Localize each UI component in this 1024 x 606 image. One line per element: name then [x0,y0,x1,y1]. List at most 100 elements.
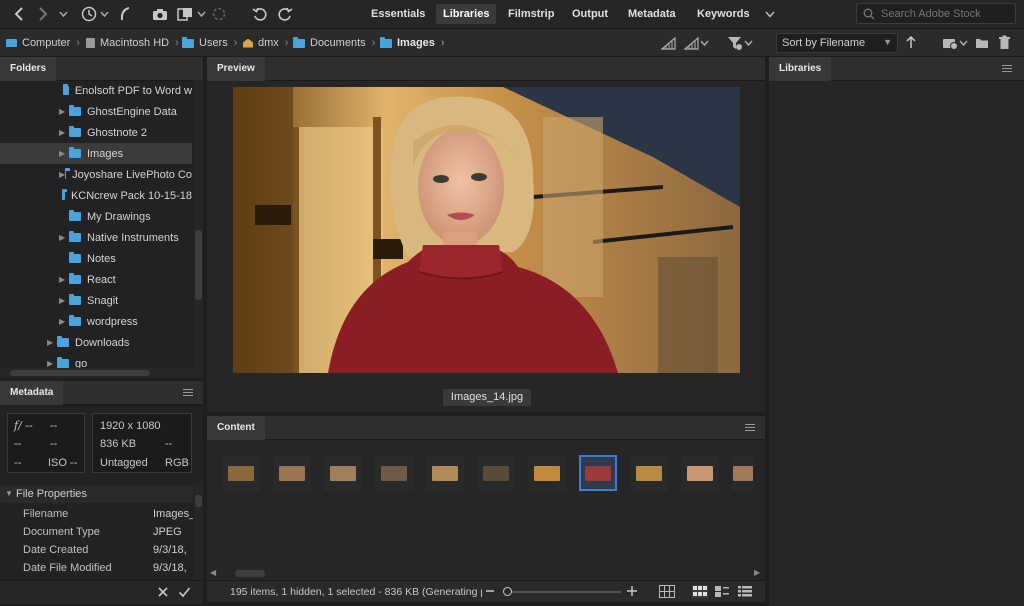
libraries-tab[interactable]: Libraries [769,57,832,81]
panel-menu-icon[interactable] [745,424,755,431]
breadcrumb-macintosh-hd[interactable]: Macintosh HD › [86,37,179,49]
view-details-icon[interactable] [715,586,729,597]
boomerang-icon[interactable] [117,5,133,23]
chevron-down-icon[interactable] [99,5,109,23]
breadcrumb-users[interactable]: Users › [182,36,237,49]
metadata-scrollbar[interactable] [194,485,203,580]
metadata-tab[interactable]: Metadata [0,381,64,405]
workspace-tab-keywords[interactable]: Keywords [690,4,757,24]
chevron-right-icon[interactable]: ▶ [59,149,69,158]
chevron-down-icon[interactable] [744,40,753,46]
folder-tree-item[interactable]: ▶ Images [0,143,192,164]
thumbnail-item[interactable] [273,455,311,491]
forward-icon[interactable] [36,5,50,23]
thumbnail-item[interactable] [426,455,464,491]
thumbnail-item[interactable] [528,455,566,491]
scrollbar-thumb[interactable] [235,570,265,577]
panel-menu-icon[interactable] [1002,65,1012,72]
folder-tree-item[interactable]: KCNcrew Pack 10-15-18 [0,185,192,206]
content-tab[interactable]: Content [207,416,265,440]
folder-tree-item[interactable]: ▶ Downloads [0,332,192,353]
breadcrumb-computer[interactable]: Computer › [6,37,80,49]
workspace-overflow-chevron-icon[interactable] [764,5,776,23]
thumbnail-item[interactable] [477,455,515,491]
rotate-right-icon[interactable] [276,5,294,23]
scrollbar-thumb[interactable] [10,370,150,376]
chevron-down-icon[interactable] [58,5,68,23]
chevron-down-icon[interactable] [700,40,709,46]
workspace-tab-metadata[interactable]: Metadata [621,4,683,24]
panel-menu-icon[interactable] [183,389,193,396]
folder-tree-item[interactable]: ▶ wordpress [0,311,192,332]
chevron-right-icon[interactable]: ▶ [59,275,69,284]
chevron-right-icon[interactable]: ▶ [59,233,69,242]
cancel-icon[interactable] [157,586,169,598]
folder-tree-item[interactable]: ▶ Joyoshare LivePhoto Co [0,164,192,185]
chevron-right-icon[interactable]: ▶ [59,296,69,305]
thumbnail-item[interactable] [579,455,617,491]
workspace-tab-output[interactable]: Output [565,4,615,24]
search-input[interactable]: Search Adobe Stock [856,3,1016,24]
preview-tab[interactable]: Preview [207,57,265,81]
thumbnail-item[interactable] [375,455,413,491]
view-list-icon[interactable] [738,586,752,597]
scrollbar-thumb[interactable] [195,495,202,507]
chevron-right-icon[interactable]: ▶ [47,359,57,368]
folder-tree-item[interactable]: ▶ React [0,269,192,290]
chevron-right-icon[interactable]: ▶ [59,107,69,116]
zoom-out-icon[interactable] [485,585,495,597]
content-hscrollbar[interactable]: ◀ ▶ [207,567,765,579]
rotate-left-icon[interactable] [251,5,269,23]
thumbnail-item[interactable] [222,455,260,491]
workspace-tab-libraries[interactable]: Libraries [436,4,497,24]
scroll-left-icon[interactable]: ◀ [210,568,216,577]
folder-tree-item[interactable]: Enolsoft PDF to Word w [0,80,192,101]
breadcrumb-dmx[interactable]: dmx › [243,37,288,49]
folder-tree-item[interactable]: ▶ GhostEngine Data [0,101,192,122]
thumbnail-item[interactable] [630,455,668,491]
folder-tree-item[interactable]: ▶ Ghostnote 2 [0,122,192,143]
breadcrumb-documents[interactable]: Documents › [293,36,375,49]
folders-tab[interactable]: Folders [0,57,57,81]
thumbnail-item[interactable] [732,455,754,491]
chevron-right-icon[interactable]: ▶ [59,317,69,326]
lock-thumbnail-grid-icon[interactable] [659,585,675,598]
chevron-right-icon[interactable]: ▶ [59,128,69,137]
folder-tree-item[interactable]: ▶ go [0,353,192,368]
new-folder-icon[interactable] [975,37,989,49]
back-icon[interactable] [12,5,26,23]
slider-handle[interactable] [503,587,512,596]
scrollbar-thumb[interactable] [195,230,202,300]
camera-icon[interactable] [151,5,169,23]
thumbnail-item[interactable] [324,455,362,491]
view-options-icon[interactable] [684,36,700,50]
scroll-right-icon[interactable]: ▶ [754,568,760,577]
file-properties-section-header[interactable]: ▼ File Properties [0,485,193,503]
sort-select[interactable]: Sort by Filename ▼ [776,33,898,53]
folder-tree-item[interactable]: ▶ Snagit [0,290,192,311]
folders-scrollbar[interactable] [194,80,203,368]
folder-tree-item[interactable]: My Drawings [0,206,192,227]
apply-check-icon[interactable] [178,586,191,598]
sort-ascending-icon[interactable] [906,36,916,49]
workspace-tab-essentials[interactable]: Essentials [364,4,432,24]
folder-tree-item[interactable]: Notes [0,248,192,269]
open-recent-icon[interactable] [942,35,958,50]
chevron-right-icon[interactable]: ▶ [47,338,57,347]
zoom-in-icon[interactable] [626,585,638,597]
refine-icon[interactable] [176,5,194,23]
breadcrumb-images[interactable]: Images › [380,36,445,49]
recent-clock-icon[interactable] [80,5,98,23]
folder-tree-item[interactable]: ▶ Native Instruments [0,227,192,248]
view-grid-icon[interactable] [692,585,708,598]
preview-image[interactable] [233,87,740,373]
trash-icon[interactable] [998,35,1011,50]
thumbnail-item[interactable] [681,455,719,491]
thumbnail-size-slider[interactable] [503,587,621,596]
quality-options-icon[interactable] [661,36,677,50]
folders-hscrollbar[interactable] [0,368,203,378]
workspace-tab-filmstrip[interactable]: Filmstrip [501,4,561,24]
chevron-down-icon[interactable] [959,40,968,46]
filter-icon[interactable] [727,35,743,51]
chevron-down-icon[interactable] [196,5,206,23]
